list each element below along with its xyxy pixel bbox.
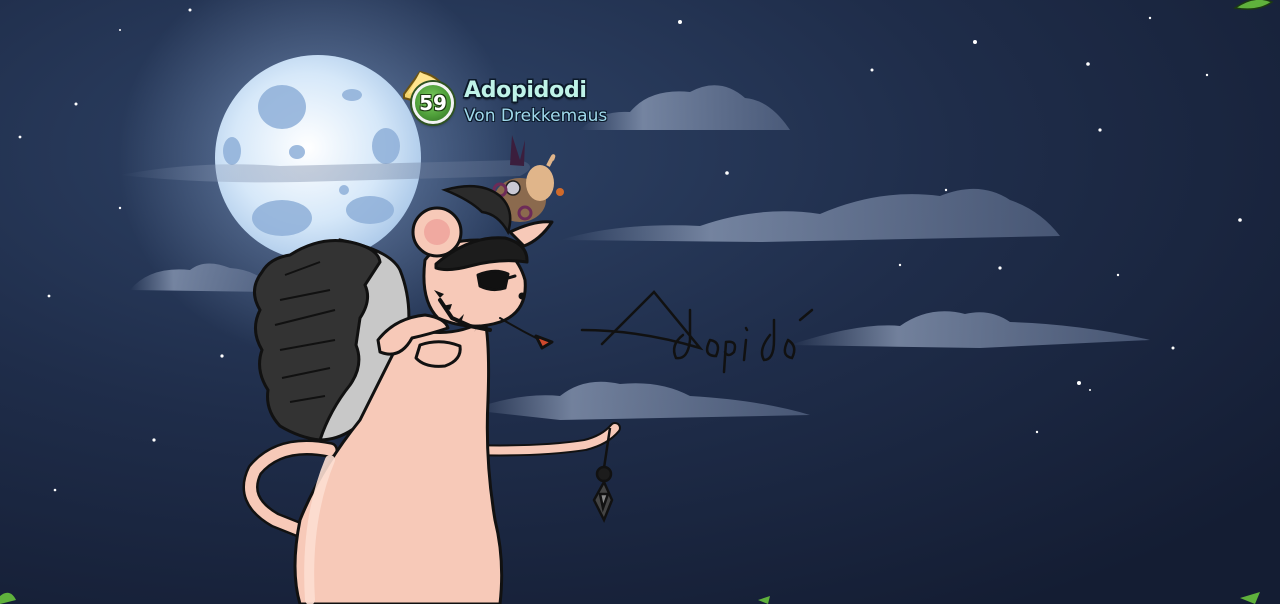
game-stage: 59 Adopidodi Von Drekkemaus bbox=[0, 0, 1280, 604]
player-title: Von Drekkemaus bbox=[464, 106, 608, 126]
player-nameplate[interactable]: 59 Adopidodi Von Drekkemaus bbox=[400, 68, 640, 130]
moon bbox=[215, 55, 421, 261]
night-sky-scene bbox=[0, 0, 1280, 604]
player-name: Adopidodi bbox=[464, 78, 587, 103]
level-badge: 59 bbox=[412, 82, 454, 124]
